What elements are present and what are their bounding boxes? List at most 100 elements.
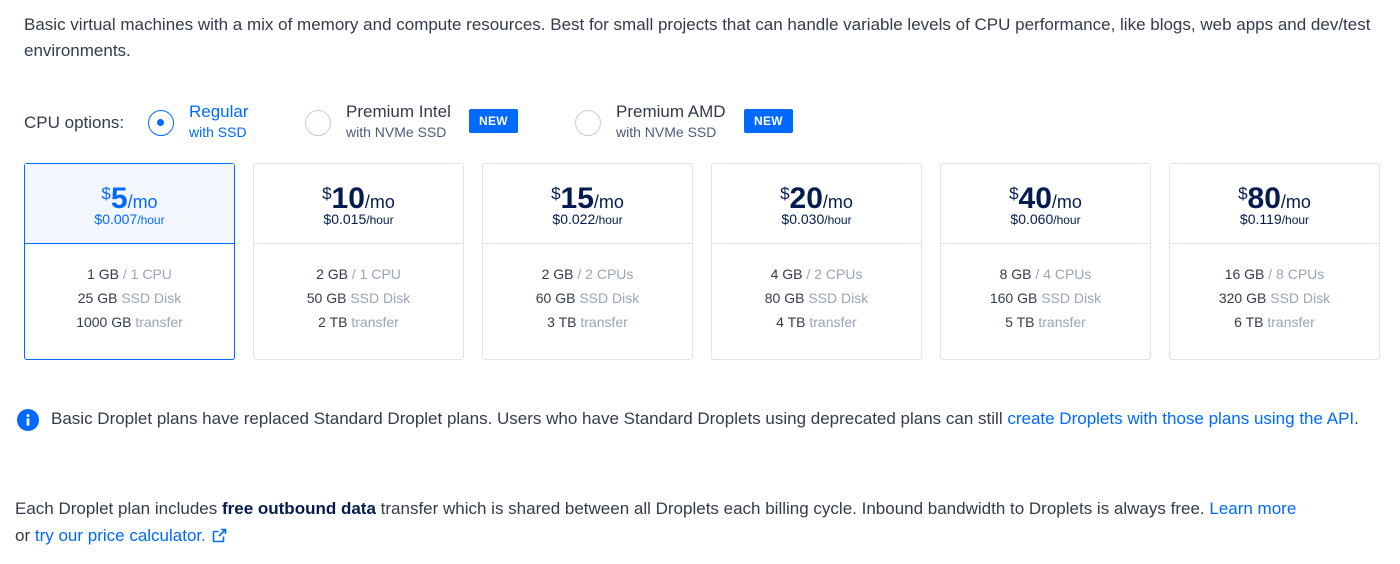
hourly-unit: /hour (595, 213, 623, 227)
spec-cpu: / 2 CPUs (806, 266, 863, 282)
spec-transfer-amount: 5 TB (1005, 314, 1035, 330)
price-period: /mo (1051, 192, 1082, 212)
plan-specs: 1 GB / 1 CPU 25 GB SSD Disk 1000 GB tran… (25, 244, 234, 334)
spec-transfer-amount: 2 TB (318, 314, 348, 330)
radio-regular[interactable] (148, 110, 174, 136)
plan-card[interactable]: $80/mo $0.119/hour 16 GB / 8 CPUs 320 GB… (1169, 163, 1380, 360)
spec-transfer-amount: 3 TB (547, 314, 577, 330)
hourly-price: $0.007/hour (25, 210, 234, 229)
hourly-unit: /hour (1053, 213, 1081, 227)
spec-disk-size: 320 GB (1218, 290, 1267, 306)
price-period: /mo (593, 192, 624, 212)
spec-disk: 80 GB SSD Disk (712, 286, 921, 310)
spec-memory: 16 GB (1224, 266, 1265, 282)
cpu-option-regular[interactable]: Regular with SSD (148, 100, 258, 146)
hourly-price: $0.015/hour (254, 210, 463, 229)
spec-cpu: / 2 CPUs (577, 266, 634, 282)
new-badge: NEW (469, 109, 518, 133)
currency-symbol: $ (1009, 184, 1019, 203)
hourly-amount: $0.015 (323, 211, 367, 227)
hourly-amount: $0.119 (1239, 211, 1282, 227)
monthly-price: $80/mo (1170, 178, 1379, 215)
hourly-price: $0.030/hour (712, 210, 921, 229)
spec-disk: 25 GB SSD Disk (25, 286, 234, 310)
spec-disk: 50 GB SSD Disk (254, 286, 463, 310)
spec-disk-label: SSD Disk (1270, 290, 1331, 306)
create-droplets-api-link[interactable]: create Droplets with those plans using t… (1007, 409, 1354, 428)
cpu-option-premium-amd[interactable]: Premium AMD with NVMe SSD (575, 100, 726, 146)
spec-disk-label: SSD Disk (579, 290, 640, 306)
spec-disk-size: 25 GB (77, 290, 118, 306)
spec-disk: 320 GB SSD Disk (1170, 286, 1379, 310)
spec-transfer-label: transfer (580, 314, 628, 330)
cpu-option-subtitle: with NVMe SSD (616, 124, 717, 140)
cpu-options-label: CPU options: (24, 113, 125, 132)
spec-disk-size: 80 GB (764, 290, 805, 306)
spec-cpu: / 1 CPU (122, 266, 172, 282)
plan-card[interactable]: $15/mo $0.022/hour 2 GB / 2 CPUs 60 GB S… (482, 163, 693, 360)
monthly-price: $10/mo (254, 178, 463, 215)
spec-memory-cpu: 4 GB / 2 CPUs (712, 262, 921, 286)
monthly-price: $15/mo (483, 178, 692, 215)
plan-specs: 8 GB / 4 CPUs 160 GB SSD Disk 5 TB trans… (941, 244, 1150, 334)
plan-specs: 4 GB / 2 CPUs 80 GB SSD Disk 4 TB transf… (712, 244, 921, 334)
hourly-unit: /hour (137, 213, 165, 227)
price-calculator-link[interactable]: try our price calculator. (35, 526, 206, 545)
spec-cpu: / 1 CPU (351, 266, 401, 282)
plan-card[interactable]: $40/mo $0.060/hour 8 GB / 4 CPUs 160 GB … (940, 163, 1151, 360)
currency-symbol: $ (101, 184, 111, 203)
transfer-footer: Each Droplet plan includes free outbound… (15, 495, 1390, 551)
plan-card-header: $20/mo $0.030/hour (712, 164, 921, 244)
spec-transfer: 3 TB transfer (483, 310, 692, 334)
info-notice-text: Basic Droplet plans have replaced Standa… (51, 406, 1387, 432)
external-link-icon[interactable] (212, 524, 227, 551)
plan-specs: 2 GB / 1 CPU 50 GB SSD Disk 2 TB transfe… (254, 244, 463, 334)
plan-card[interactable]: $10/mo $0.015/hour 2 GB / 1 CPU 50 GB SS… (253, 163, 464, 360)
cpu-options: CPU options: Regular with SSD Premium In… (24, 100, 1024, 146)
currency-symbol: $ (322, 184, 332, 203)
plan-card-header: $5/mo $0.007/hour (25, 164, 234, 244)
cpu-option-title: Premium AMD (616, 102, 726, 121)
cpu-option-title: Premium Intel (346, 102, 451, 121)
price-period: /mo (127, 192, 158, 212)
plan-card[interactable]: $20/mo $0.030/hour 4 GB / 2 CPUs 80 GB S… (711, 163, 922, 360)
spec-disk-label: SSD Disk (808, 290, 869, 306)
info-suffix: . (1354, 409, 1359, 428)
spec-transfer-label: transfer (351, 314, 399, 330)
currency-symbol: $ (551, 184, 561, 203)
learn-more-link[interactable]: Learn more (1209, 499, 1296, 518)
info-icon (17, 409, 39, 431)
plan-card-header: $80/mo $0.119/hour (1170, 164, 1379, 244)
spec-disk-size: 50 GB (306, 290, 347, 306)
plan-description: Basic virtual machines with a mix of mem… (24, 15, 1371, 60)
monthly-price: $40/mo (941, 178, 1150, 215)
spec-disk-label: SSD Disk (1041, 290, 1102, 306)
hourly-amount: $0.060 (1010, 211, 1054, 227)
spec-cpu: / 8 CPUs (1268, 266, 1325, 282)
cpu-option-premium-intel[interactable]: Premium Intel with NVMe SSD (305, 100, 455, 146)
spec-memory-cpu: 8 GB / 4 CPUs (941, 262, 1150, 286)
plan-specs: 16 GB / 8 CPUs 320 GB SSD Disk 6 TB tran… (1170, 244, 1379, 334)
plan-card-header: $15/mo $0.022/hour (483, 164, 692, 244)
plan-card[interactable]: $5/mo $0.007/hour 1 GB / 1 CPU 25 GB SSD… (24, 163, 235, 360)
currency-symbol: $ (780, 184, 790, 203)
monthly-price: $20/mo (712, 178, 921, 215)
radio-premium-intel[interactable] (305, 110, 331, 136)
footer-bold: free outbound data (221, 499, 376, 518)
spec-cpu: / 4 CPUs (1035, 266, 1092, 282)
spec-transfer: 2 TB transfer (254, 310, 463, 334)
footer-text: or (15, 526, 35, 545)
spec-transfer-amount: 1000 GB (76, 314, 132, 330)
spec-transfer: 6 TB transfer (1170, 310, 1379, 334)
price-period: /mo (1280, 192, 1311, 212)
spec-transfer: 1000 GB transfer (25, 310, 234, 334)
hourly-price: $0.060/hour (941, 210, 1150, 229)
spec-transfer-label: transfer (1267, 314, 1315, 330)
spec-memory: 2 GB (541, 266, 574, 282)
spec-disk: 160 GB SSD Disk (941, 286, 1150, 310)
hourly-price: $0.119/hour (1170, 210, 1379, 229)
hourly-amount: $0.007 (94, 211, 138, 227)
cpu-option-title: Regular (189, 102, 249, 121)
monthly-price: $5/mo (25, 178, 234, 215)
radio-premium-amd[interactable] (575, 110, 601, 136)
